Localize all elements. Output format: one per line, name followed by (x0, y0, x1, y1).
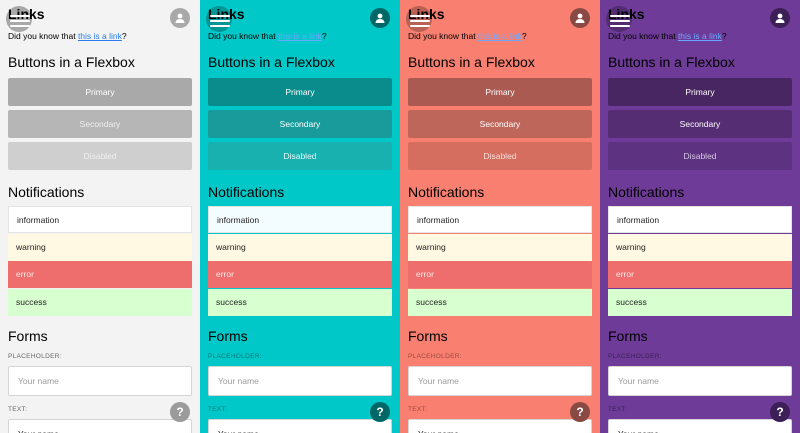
user-avatar-icon[interactable] (570, 8, 590, 28)
notification-information: information (608, 206, 792, 233)
help-icon[interactable]: ? (570, 402, 590, 422)
hamburger-menu-icon[interactable] (210, 12, 230, 28)
notification-warning: warning (208, 234, 392, 261)
intro-link[interactable]: this is a link (278, 31, 322, 41)
intro-suffix: ? (321, 31, 327, 41)
primary-button[interactable]: Primary (8, 78, 192, 106)
name-input-placeholder[interactable]: Your name (8, 366, 192, 396)
notification-information: information (208, 206, 392, 233)
secondary-button[interactable]: Secondary (608, 110, 792, 138)
theme-panel-light: Links Did you know that this is a link? … (0, 0, 200, 433)
name-input-text[interactable]: Your name (408, 419, 592, 433)
user-avatar-icon[interactable] (370, 8, 390, 28)
notifications-heading: Notifications (208, 184, 285, 200)
text-label: TEXT: (408, 406, 428, 413)
notification-error: error (208, 261, 392, 288)
buttons-heading: Buttons in a Flexbox (408, 54, 535, 70)
name-input-placeholder[interactable]: Your name (408, 366, 592, 396)
hamburger-menu-icon[interactable] (410, 12, 430, 28)
hamburger-menu-icon[interactable] (10, 12, 30, 28)
notification-success: success (8, 289, 192, 316)
intro-prefix: Did you know that (208, 31, 278, 41)
notification-information: information (8, 206, 192, 233)
user-avatar-icon[interactable] (170, 8, 190, 28)
disabled-button: Disabled (608, 142, 792, 170)
intro-text: Did you know that this is a link? (408, 31, 527, 41)
notification-warning: warning (608, 234, 792, 261)
buttons-heading: Buttons in a Flexbox (208, 54, 335, 70)
hamburger-menu-icon[interactable] (610, 12, 630, 28)
notification-information: information (408, 206, 592, 233)
intro-text: Did you know that this is a link? (608, 31, 727, 41)
intro-prefix: Did you know that (408, 31, 478, 41)
name-input-text[interactable]: Your name (8, 419, 192, 433)
intro-link[interactable]: this is a link (78, 31, 122, 41)
forms-heading: Forms (408, 328, 448, 344)
intro-text: Did you know that this is a link? (8, 31, 127, 41)
notification-error: error (608, 261, 792, 288)
notification-success: success (408, 289, 592, 316)
theme-panel-purple: Links Did you know that this is a link? … (600, 0, 800, 433)
theme-panel-teal: Links Did you know that this is a link? … (200, 0, 400, 433)
primary-button[interactable]: Primary (608, 78, 792, 106)
intro-link[interactable]: this is a link (678, 31, 722, 41)
intro-suffix: ? (121, 31, 127, 41)
name-input-placeholder[interactable]: Your name (208, 366, 392, 396)
intro-link[interactable]: this is a link (478, 31, 522, 41)
theme-grid: Links Did you know that this is a link? … (0, 0, 800, 433)
secondary-button[interactable]: Secondary (408, 110, 592, 138)
text-label: TEXT: (608, 406, 628, 413)
name-input-text[interactable]: Your name (608, 419, 792, 433)
secondary-button[interactable]: Secondary (8, 110, 192, 138)
user-avatar-icon[interactable] (770, 8, 790, 28)
buttons-heading: Buttons in a Flexbox (608, 54, 735, 70)
name-input-placeholder[interactable]: Your name (608, 366, 792, 396)
intro-suffix: ? (721, 31, 727, 41)
secondary-button[interactable]: Secondary (208, 110, 392, 138)
notification-warning: warning (8, 234, 192, 261)
intro-suffix: ? (521, 31, 527, 41)
notification-error: error (408, 261, 592, 288)
theme-panel-coral: Links Did you know that this is a link? … (400, 0, 600, 433)
help-icon[interactable]: ? (170, 402, 190, 422)
placeholder-label: PLACEHOLDER: (608, 353, 662, 360)
intro-text: Did you know that this is a link? (208, 31, 327, 41)
notification-success: success (608, 289, 792, 316)
notification-warning: warning (408, 234, 592, 261)
disabled-button: Disabled (8, 142, 192, 170)
name-input-text[interactable]: Your name (208, 419, 392, 433)
help-icon[interactable]: ? (770, 402, 790, 422)
disabled-button: Disabled (208, 142, 392, 170)
intro-prefix: Did you know that (8, 31, 78, 41)
buttons-heading: Buttons in a Flexbox (8, 54, 135, 70)
intro-prefix: Did you know that (608, 31, 678, 41)
disabled-button: Disabled (408, 142, 592, 170)
text-label: TEXT: (8, 406, 28, 413)
notifications-heading: Notifications (608, 184, 685, 200)
placeholder-label: PLACEHOLDER: (208, 353, 262, 360)
placeholder-label: PLACEHOLDER: (8, 353, 62, 360)
notifications-heading: Notifications (408, 184, 485, 200)
forms-heading: Forms (208, 328, 248, 344)
notification-success: success (208, 289, 392, 316)
notifications-heading: Notifications (8, 184, 85, 200)
placeholder-label: PLACEHOLDER: (408, 353, 462, 360)
help-icon[interactable]: ? (370, 402, 390, 422)
notification-error: error (8, 261, 192, 288)
forms-heading: Forms (8, 328, 48, 344)
forms-heading: Forms (608, 328, 648, 344)
text-label: TEXT: (208, 406, 228, 413)
primary-button[interactable]: Primary (208, 78, 392, 106)
primary-button[interactable]: Primary (408, 78, 592, 106)
